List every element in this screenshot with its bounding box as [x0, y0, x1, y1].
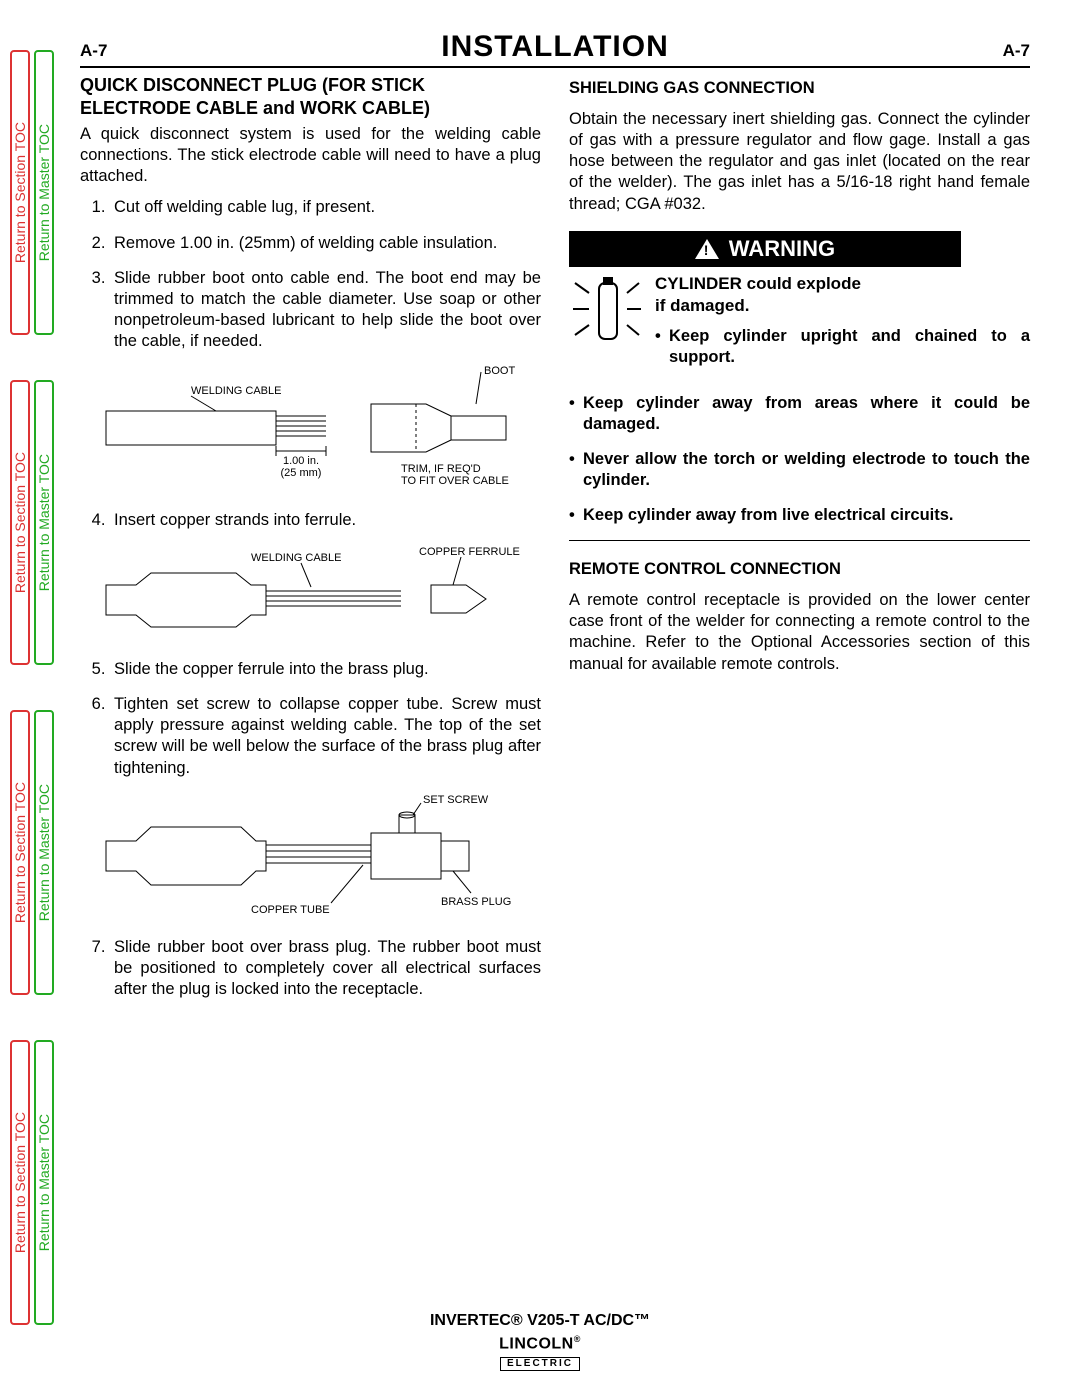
- shielding-gas-paragraph: Obtain the necessary inert shielding gas…: [569, 109, 1030, 215]
- cylinder-explode-icon: [569, 273, 645, 349]
- page-footer: INVERTEC® V205-T AC/DC™ LINCOLN® ELECTRI…: [0, 1312, 1080, 1371]
- page-number-left: A-7: [80, 41, 107, 61]
- quick-disconnect-intro: A quick disconnect system is used for th…: [80, 124, 541, 187]
- svg-text:COPPER FERRULE: COPPER FERRULE: [419, 546, 520, 558]
- page-body: A-7 INSTALLATION A-7 QUICK DISCONNECT PL…: [80, 30, 1030, 1357]
- return-section-toc-link[interactable]: Return to Section TOC: [10, 1040, 30, 1325]
- warning-banner: WARNING: [569, 231, 961, 267]
- step-7: Slide rubber boot over brass plug. The r…: [110, 937, 541, 1000]
- steps-list-cont1: Insert copper strands into ferrule.: [80, 510, 541, 531]
- return-master-toc-link[interactable]: Return to Master TOC: [34, 1040, 54, 1325]
- lincoln-logo: LINCOLN® ELECTRIC: [499, 1334, 581, 1371]
- warning-lead: CYLINDER could explode if damaged.: [655, 273, 1030, 317]
- svg-text:TRIM, IF REQ'D: TRIM, IF REQ'D: [401, 463, 481, 475]
- step-2: Remove 1.00 in. (25mm) of welding cable …: [110, 233, 541, 254]
- warning-triangle-icon: [695, 239, 719, 259]
- return-section-toc-link[interactable]: Return to Section TOC: [10, 380, 30, 665]
- return-master-toc-link[interactable]: Return to Master TOC: [34, 50, 54, 335]
- figure-boot: WELDING CABLE BOOT 1.00 in. (25 mm) TRIM…: [80, 366, 541, 496]
- step-5: Slide the copper ferrule into the brass …: [110, 659, 541, 680]
- page-header: A-7 INSTALLATION A-7: [80, 30, 1030, 68]
- steps-list-cont3: Slide rubber boot over brass plug. The r…: [80, 937, 541, 1000]
- warning-bullets: Keep cylinder away from areas where it c…: [569, 393, 1030, 527]
- svg-text:BRASS PLUG: BRASS PLUG: [441, 896, 511, 908]
- svg-text:BOOT: BOOT: [484, 366, 515, 377]
- warning-bullet: Keep cylinder away from areas where it c…: [569, 393, 1030, 435]
- right-column: SHIELDING GAS CONNECTION Obtain the nece…: [569, 72, 1030, 1014]
- warning-body: CYLINDER could explode if damaged. Keep …: [569, 273, 1030, 383]
- svg-text:WELDING CABLE: WELDING CABLE: [251, 552, 341, 564]
- svg-text:SET SCREW: SET SCREW: [423, 794, 489, 806]
- step-4: Insert copper strands into ferrule.: [110, 510, 541, 531]
- warning-label: WARNING: [729, 235, 835, 263]
- warning-bullet: Never allow the torch or welding electro…: [569, 449, 1030, 491]
- figure-ferrule: WELDING CABLE COPPER FERRULE: [80, 545, 541, 645]
- page-title: INSTALLATION: [441, 30, 669, 64]
- warning-bullet: Keep cylinder upright and chained to a s…: [655, 326, 1030, 368]
- return-master-toc-link[interactable]: Return to Master TOC: [34, 710, 54, 995]
- shielding-gas-heading: SHIELDING GAS CONNECTION: [569, 78, 1030, 99]
- step-6: Tighten set screw to collapse copper tub…: [110, 694, 541, 778]
- step-3: Slide rubber boot onto cable end. The bo…: [110, 268, 541, 352]
- svg-text:(25 mm): (25 mm): [280, 467, 321, 479]
- model-name: INVERTEC® V205-T AC/DC™: [0, 1312, 1080, 1330]
- return-section-label: Return to Section TOC: [12, 122, 28, 263]
- quick-disconnect-heading: QUICK DISCONNECT PLUG (FOR STICK ELECTRO…: [80, 74, 541, 120]
- page-number-right: A-7: [1003, 41, 1030, 61]
- svg-text:1.00 in.: 1.00 in.: [282, 455, 318, 467]
- svg-text:TO FIT OVER CABLE: TO FIT OVER CABLE: [401, 475, 509, 487]
- steps-list-cont2: Slide the copper ferrule into the brass …: [80, 659, 541, 779]
- svg-text:COPPER TUBE: COPPER TUBE: [251, 904, 330, 916]
- warning-bullet: Keep cylinder away from live electrical …: [569, 505, 1030, 526]
- return-section-toc-link[interactable]: Return to Section TOC: [10, 710, 30, 995]
- svg-text:WELDING CABLE: WELDING CABLE: [191, 385, 281, 397]
- return-master-toc-link[interactable]: Return to Master TOC: [34, 380, 54, 665]
- divider: [569, 540, 1030, 541]
- left-column: QUICK DISCONNECT PLUG (FOR STICK ELECTRO…: [80, 72, 541, 1014]
- remote-control-heading: REMOTE CONTROL CONNECTION: [569, 559, 1030, 580]
- remote-control-paragraph: A remote control receptacle is provided …: [569, 590, 1030, 674]
- figure-brass-plug: SET SCREW COPPER TUBE BRASS PLUG: [80, 793, 541, 923]
- step-1: Cut off welding cable lug, if present.: [110, 197, 541, 218]
- return-master-label: Return to Master TOC: [36, 124, 52, 261]
- steps-list: Cut off welding cable lug, if present. R…: [80, 197, 541, 352]
- return-section-toc-link[interactable]: Return to Section TOC: [10, 50, 30, 335]
